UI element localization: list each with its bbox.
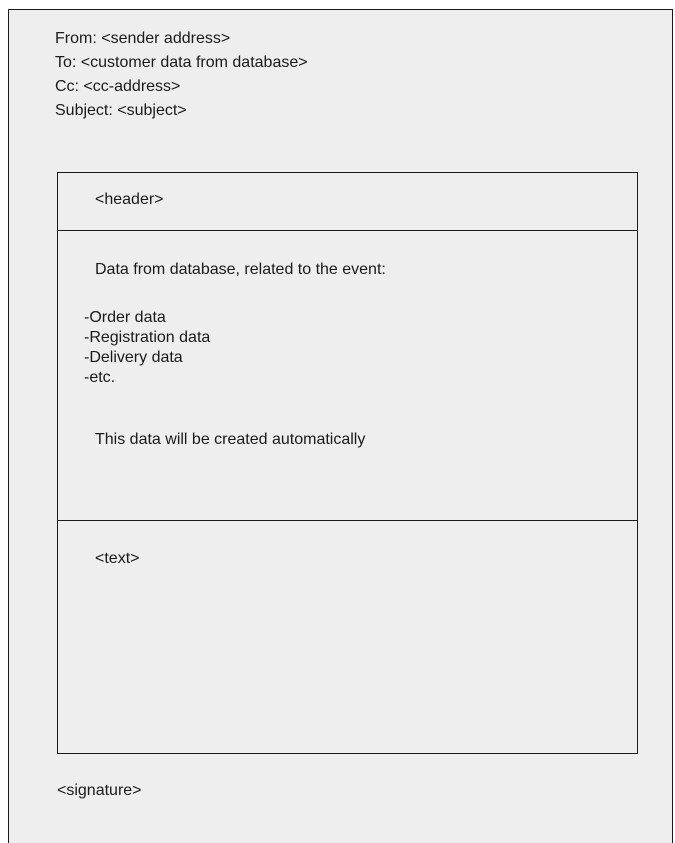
to-line: To: <customer data from database> bbox=[55, 54, 308, 71]
data-note: This data will be created automatically bbox=[95, 431, 366, 448]
email-body-box: <header> Data from database, related to … bbox=[57, 172, 638, 754]
header-section: <header> bbox=[58, 173, 637, 231]
data-list: -Order data -Registration data -Delivery… bbox=[84, 308, 210, 388]
email-headers: From: <sender address> To: <customer dat… bbox=[55, 27, 308, 123]
cc-line: Cc: <cc-address> bbox=[55, 78, 181, 95]
text-placeholder: <text> bbox=[95, 550, 140, 567]
data-section: Data from database, related to the event… bbox=[58, 231, 637, 521]
list-item: -Order data bbox=[84, 309, 166, 326]
signature-placeholder: <signature> bbox=[57, 782, 142, 799]
data-intro: Data from database, related to the event… bbox=[95, 261, 386, 278]
list-item: -etc. bbox=[84, 369, 116, 386]
header-placeholder: <header> bbox=[95, 191, 164, 208]
text-section: <text> bbox=[58, 521, 637, 753]
list-item: -Delivery data bbox=[84, 349, 183, 366]
email-template-sheet: From: <sender address> To: <customer dat… bbox=[8, 9, 673, 843]
list-item: -Registration data bbox=[84, 329, 211, 346]
from-line: From: <sender address> bbox=[55, 30, 231, 47]
subject-line: Subject: <subject> bbox=[55, 102, 187, 119]
